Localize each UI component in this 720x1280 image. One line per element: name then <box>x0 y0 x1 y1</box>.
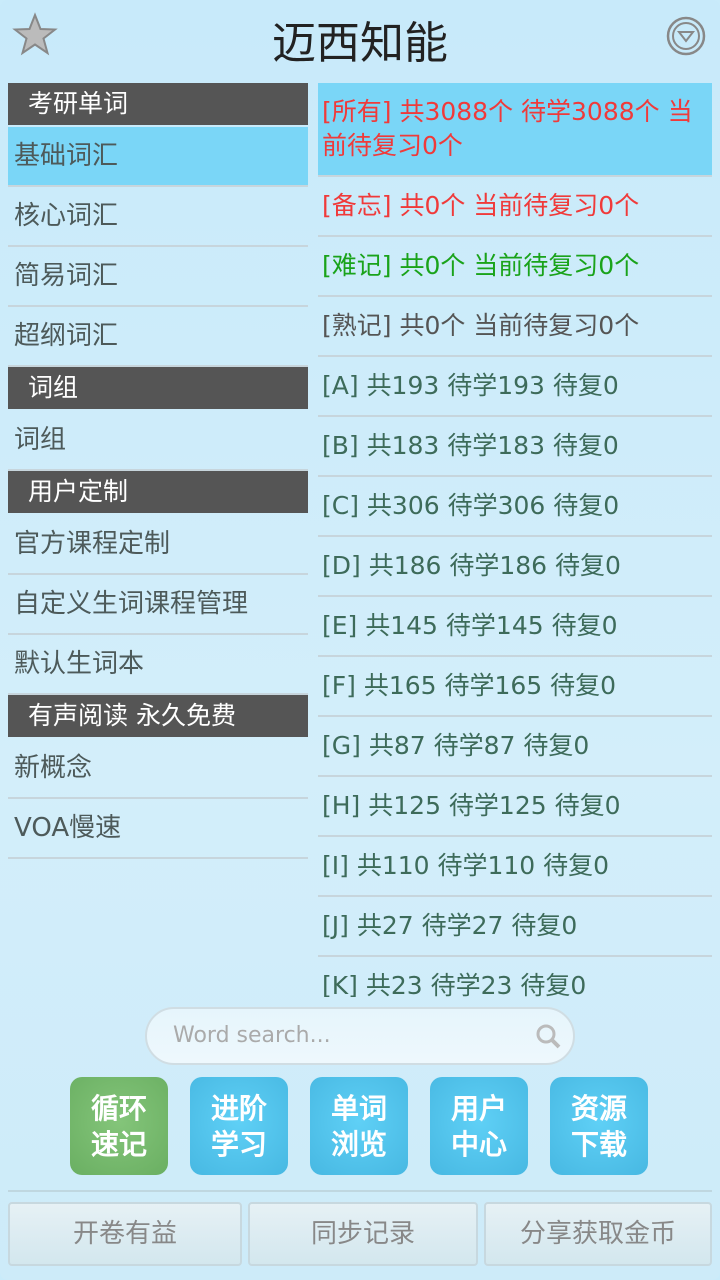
word-search-input[interactable]: Word search... <box>145 1007 575 1065</box>
app-title: 迈西知能 <box>272 18 448 69</box>
divider <box>8 1190 712 1192</box>
list-item[interactable]: [难记] 共0个 当前待复习0个 <box>318 237 712 297</box>
sidebar-section-header: 考研单词 <box>8 83 308 125</box>
tile-label-line1: 循环 <box>90 1092 147 1125</box>
search-placeholder: Word search... <box>173 1023 331 1048</box>
list-item[interactable]: [D] 共186 待学186 待复0 <box>318 537 712 597</box>
list-item[interactable]: [熟记] 共0个 当前待复习0个 <box>318 297 712 357</box>
bottom-button-bar: 开卷有益 同步记录 分享获取金币 <box>8 1202 712 1266</box>
sidebar-section-header: 词组 <box>8 367 308 409</box>
category-sidebar: 考研单词 基础词汇 核心词汇 简易词汇 超纲词汇 词组 词组 用户定制 官方课程定制 自定义生词课… <box>8 83 308 859</box>
list-item[interactable]: [B] 共183 待学183 待复0 <box>318 417 712 477</box>
feature-tile-button[interactable]: 进阶 学习 <box>190 1077 288 1175</box>
feature-tile-button[interactable]: 资源 下载 <box>550 1077 648 1175</box>
dropdown-circle-icon[interactable] <box>666 16 706 56</box>
sidebar-item[interactable]: 超纲词汇 <box>8 307 308 367</box>
tile-label-line1: 资源 <box>570 1092 627 1125</box>
list-item[interactable]: [A] 共193 待学193 待复0 <box>318 357 712 417</box>
list-item[interactable]: [I] 共110 待学110 待复0 <box>318 837 712 897</box>
bottom-button[interactable]: 分享获取金币 <box>484 1202 712 1266</box>
feature-tile-button[interactable]: 循环 速记 <box>70 1077 168 1175</box>
bottom-button[interactable]: 开卷有益 <box>8 1202 242 1266</box>
sidebar-section-header: 有声阅读 永久免费 <box>8 695 308 737</box>
list-item[interactable]: [C] 共306 待学306 待复0 <box>318 477 712 537</box>
sidebar-item[interactable]: 词组 <box>8 411 308 471</box>
sidebar-item[interactable]: 新概念 <box>8 739 308 799</box>
tile-label-line2: 速记 <box>90 1128 147 1161</box>
list-item[interactable]: [H] 共125 待学125 待复0 <box>318 777 712 837</box>
bottom-button[interactable]: 同步记录 <box>248 1202 478 1266</box>
sidebar-item[interactable]: VOA慢速 <box>8 799 308 859</box>
tile-label-line2: 中心 <box>450 1128 507 1161</box>
tile-label-line2: 学习 <box>210 1128 267 1161</box>
search-icon[interactable] <box>535 1023 561 1049</box>
tile-label-line2: 浏览 <box>330 1128 387 1161</box>
tile-label-line2: 下载 <box>570 1128 627 1161</box>
word-list: [所有] 共3088个 待学3088个 当前待复习0个 [备忘] 共0个 当前待复… <box>318 83 712 997</box>
feature-tiles: 循环 速记 进阶 学习 单词 浏览 用户 中心 资源 下载 <box>70 1077 648 1175</box>
list-item[interactable]: [J] 共27 待学27 待复0 <box>318 897 712 957</box>
sidebar-item[interactable]: 官方课程定制 <box>8 515 308 575</box>
sidebar-section-header: 用户定制 <box>8 471 308 513</box>
list-item[interactable]: [备忘] 共0个 当前待复习0个 <box>318 177 712 237</box>
list-item[interactable]: [K] 共23 待学23 待复0 <box>318 957 712 997</box>
sidebar-item[interactable]: 基础词汇 <box>8 127 308 187</box>
tile-label-line1: 进阶 <box>210 1092 267 1125</box>
tile-label-line1: 单词 <box>330 1092 387 1125</box>
feature-tile-button[interactable]: 单词 浏览 <box>310 1077 408 1175</box>
list-item[interactable]: [G] 共87 待学87 待复0 <box>318 717 712 777</box>
sidebar-item[interactable]: 简易词汇 <box>8 247 308 307</box>
sidebar-item[interactable]: 默认生词本 <box>8 635 308 695</box>
sidebar-item[interactable]: 自定义生词课程管理 <box>8 575 308 635</box>
list-item[interactable]: [所有] 共3088个 待学3088个 当前待复习0个 <box>318 83 712 177</box>
sidebar-item[interactable]: 核心词汇 <box>8 187 308 247</box>
tile-label-line1: 用户 <box>450 1092 507 1125</box>
feature-tile-button[interactable]: 用户 中心 <box>430 1077 528 1175</box>
list-item[interactable]: [E] 共145 待学145 待复0 <box>318 597 712 657</box>
list-item[interactable]: [F] 共165 待学165 待复0 <box>318 657 712 717</box>
